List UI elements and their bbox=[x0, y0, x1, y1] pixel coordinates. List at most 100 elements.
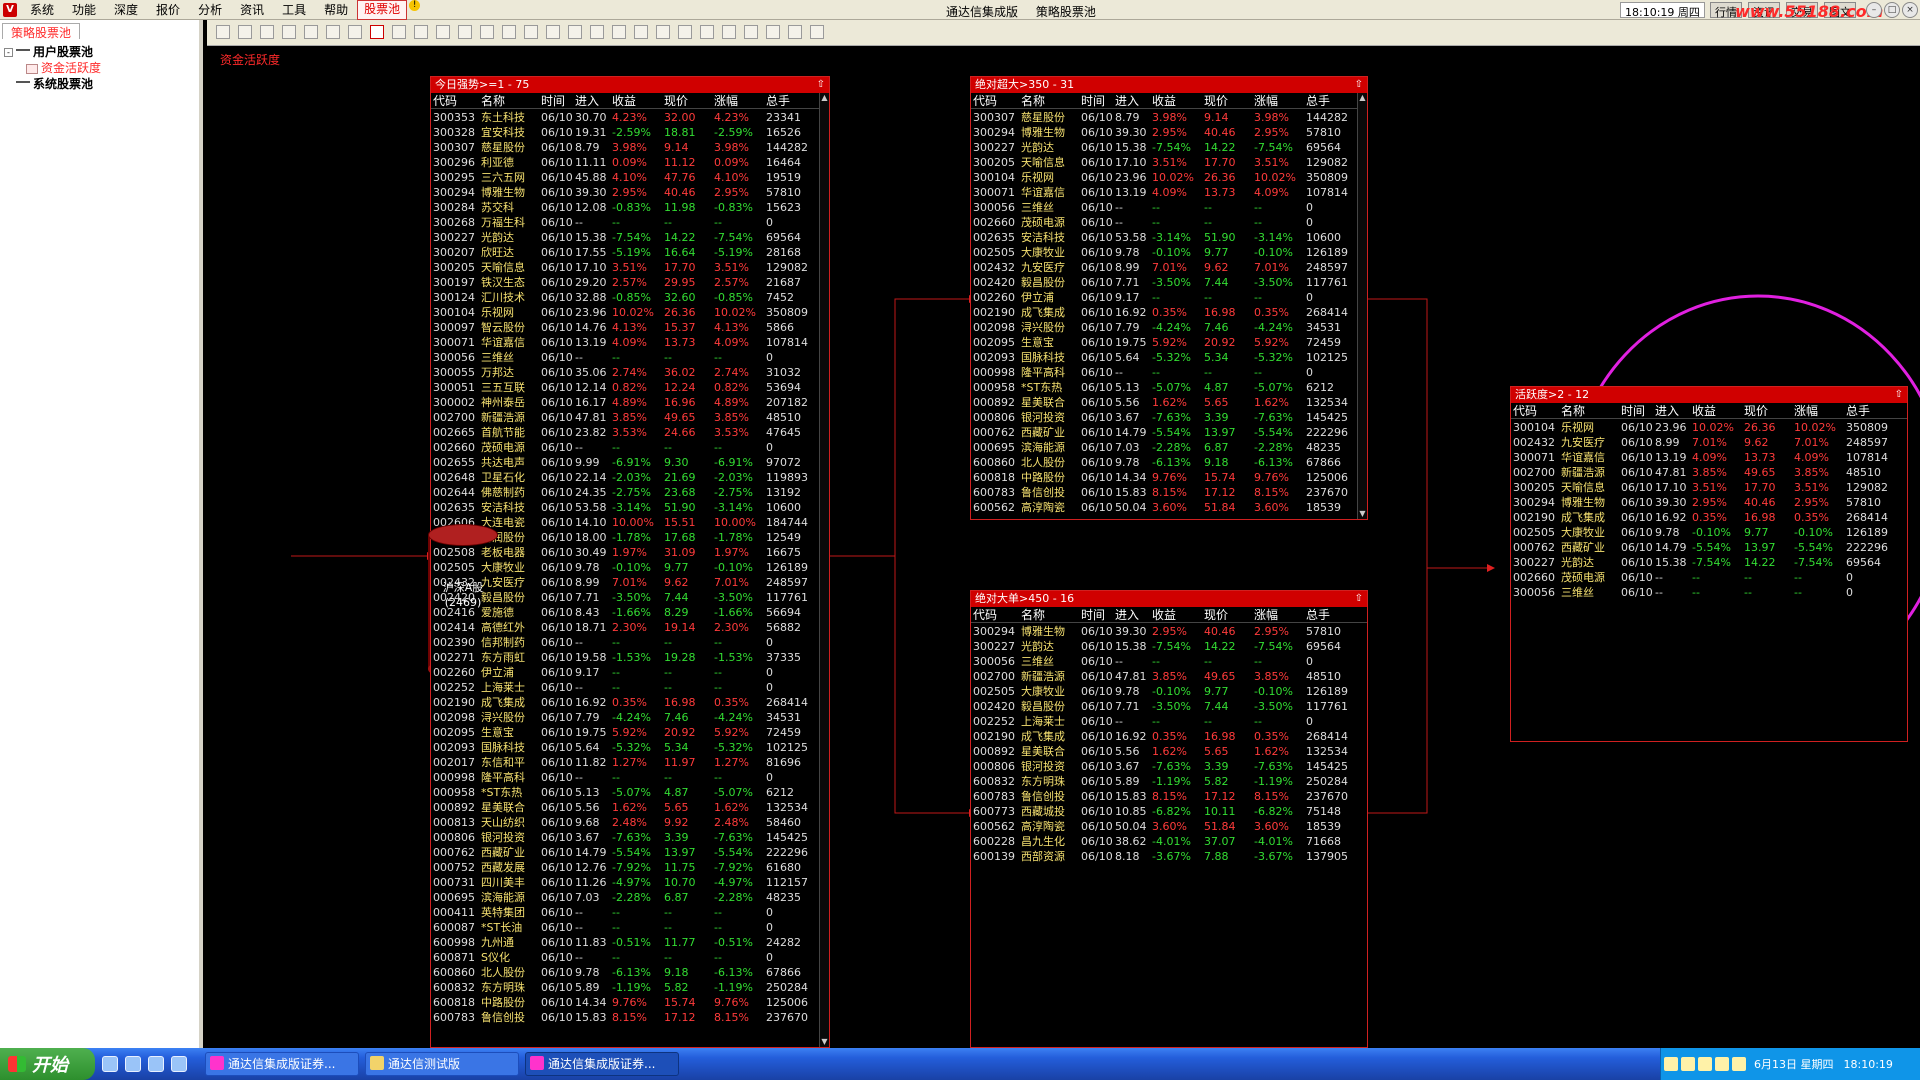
table-row[interactable]: 000998 隆平高科 06/10 -- -- -- -- 0 bbox=[971, 365, 1367, 380]
column-header-name[interactable]: 名称 bbox=[479, 93, 539, 108]
table-row[interactable]: 002660 茂硕电源 06/10 -- -- -- -- 0 bbox=[431, 440, 829, 455]
table-row[interactable]: 300104 乐视网 06/10 23.96 10.02% 26.36 10.02% 3508… bbox=[1511, 420, 1907, 435]
column-header-price[interactable]: 现价 bbox=[1202, 93, 1252, 108]
menu-item[interactable]: 功能 bbox=[63, 0, 105, 20]
refresh-icon[interactable] bbox=[744, 25, 758, 39]
panel-super-large[interactable]: 绝对超大>350 - 31⇧代码名称时间↓进入价收益现价涨幅总手300307慈星… bbox=[970, 76, 1368, 520]
table-row[interactable]: 002700 新疆浩源 06/10 47.81 3.85% 49.65 3.85% 48510 bbox=[431, 410, 829, 425]
run-icon[interactable] bbox=[304, 25, 318, 39]
pin-icon[interactable]: ⇧ bbox=[817, 77, 825, 93]
cut-icon[interactable] bbox=[524, 25, 538, 39]
column-header-volume[interactable]: 总手 bbox=[1304, 93, 1354, 108]
table-row[interactable]: 600773 西藏城投 06/10 10.85 -6.82% 10.11 -6.82% 751… bbox=[971, 804, 1367, 819]
table-row[interactable]: 300207 欣旺达 06/10 17.55 -5.19% 16.64 -5.19% 2816… bbox=[431, 245, 829, 260]
column-header-volume[interactable]: 总手 bbox=[764, 93, 814, 108]
table-row[interactable]: 600783 鲁信创投 06/10 15.83 8.15% 17.12 8.15% 23767… bbox=[971, 789, 1367, 804]
tree-item-system-pool[interactable]: 系统股票池 bbox=[16, 76, 93, 92]
table-row[interactable]: 002095 生意宝 06/10 19.75 5.92% 20.92 5.92% 72459 bbox=[431, 725, 829, 740]
export-icon[interactable] bbox=[766, 25, 780, 39]
table-row[interactable]: 002271 东方雨虹 06/10 19.58 -1.53% 19.28 -1.53% 373… bbox=[431, 650, 829, 665]
props-icon[interactable] bbox=[722, 25, 736, 39]
table-row[interactable]: 002098 浔兴股份 06/10 7.79 -4.24% 7.46 -4.24% 34531 bbox=[431, 710, 829, 725]
column-header-return[interactable]: 收益 bbox=[1690, 403, 1742, 418]
menu-item[interactable]: 帮助 bbox=[315, 0, 357, 20]
column-header-entry-price[interactable]: 进入价 bbox=[1113, 607, 1150, 622]
table-row[interactable]: 002635 安洁科技 06/10 53.58 -3.14% 51.90 -3.14% 106… bbox=[431, 500, 829, 515]
table-row[interactable]: 000731 四川美丰 06/10 11.26 -4.97% 10.70 -4.97% 112… bbox=[431, 875, 829, 890]
table-row[interactable]: 002420 毅昌股份 06/10 7.71 -3.50% 7.44 -3.50% 11776… bbox=[971, 275, 1367, 290]
paste-icon[interactable] bbox=[502, 25, 516, 39]
close-icon[interactable]: × bbox=[1902, 2, 1918, 18]
table-row[interactable]: 300307 慈星股份 06/10 8.79 3.98% 9.14 3.98% 144282 bbox=[971, 110, 1367, 125]
menu-item[interactable]: 系统 bbox=[21, 0, 63, 20]
table-row[interactable]: 000813 天山纺织 06/10 9.68 2.48% 9.92 2.48% 58460 bbox=[431, 815, 829, 830]
column-header-return[interactable]: 收益 bbox=[1150, 607, 1202, 622]
table-row[interactable]: 002505 大康牧业 06/10 9.78 -0.10% 9.77 -0.10% 12618… bbox=[971, 245, 1367, 260]
table-row[interactable]: 000752 西藏发展 06/10 12.76 -7.92% 11.75 -7.92% 616… bbox=[431, 860, 829, 875]
table-row[interactable]: 600871 S仪化 06/10 -- -- -- -- 0 bbox=[431, 950, 829, 965]
tree-item-fund-activity[interactable]: 资金活跃度 bbox=[26, 60, 101, 76]
print-icon[interactable] bbox=[810, 25, 824, 39]
table-row[interactable]: 600818 中路股份 06/10 14.34 9.76% 15.74 9.76% 12500… bbox=[971, 470, 1367, 485]
column-header-time[interactable]: 时间↓ bbox=[1079, 607, 1113, 622]
rect-icon[interactable] bbox=[392, 25, 406, 39]
table-row[interactable]: 002432 九安医疗 06/10 8.99 7.01% 9.62 7.01% 248597 bbox=[1511, 435, 1907, 450]
pointer-icon[interactable] bbox=[370, 25, 384, 39]
table-row[interactable]: 300227 光韵达 06/10 15.38 -7.54% 14.22 -7.54% 6956… bbox=[1511, 555, 1907, 570]
maximize-icon[interactable]: □ bbox=[1884, 2, 1900, 18]
vertical-scrollbar[interactable]: ▲ ▼ bbox=[1357, 93, 1367, 519]
table-row[interactable]: 002420 毅昌股份 06/10 7.71 -3.50% 7.44 -3.50% 11776… bbox=[971, 699, 1367, 714]
table-row[interactable]: 600818 中路股份 06/10 14.34 9.76% 15.74 9.76% 12500… bbox=[431, 995, 829, 1010]
pin-icon[interactable]: ⇧ bbox=[1355, 591, 1363, 607]
table-row[interactable]: 600860 北人股份 06/10 9.78 -6.13% 9.18 -6.13% 67866 bbox=[431, 965, 829, 980]
collapse-icon[interactable]: - bbox=[4, 48, 13, 57]
table-row[interactable]: 002635 安洁科技 06/10 53.58 -3.14% 51.90 -3.14% 106… bbox=[971, 230, 1367, 245]
table-row[interactable]: 002098 浔兴股份 06/10 7.79 -4.24% 7.46 -4.24% 34531 bbox=[971, 320, 1367, 335]
panel-strong-today[interactable]: 今日强势>=1 - 75⇧代码名称时间↓进入价收益现价涨幅总手300353东土科… bbox=[430, 76, 830, 1048]
delete-icon[interactable] bbox=[282, 25, 296, 39]
column-header-name[interactable]: 名称 bbox=[1019, 607, 1079, 622]
stop-icon[interactable] bbox=[348, 25, 362, 39]
center-icon[interactable] bbox=[634, 25, 648, 39]
table-row[interactable]: 000892 星美联合 06/10 5.56 1.62% 5.65 1.62% 132534 bbox=[431, 800, 829, 815]
column-header-entry-price[interactable]: 进入价 bbox=[573, 93, 610, 108]
column-header-code[interactable]: 代码 bbox=[971, 607, 1019, 622]
table-row[interactable]: 002190 成飞集成 06/10 16.92 0.35% 16.98 0.35% 26841… bbox=[431, 695, 829, 710]
column-header-entry-price[interactable]: 进入价 bbox=[1653, 403, 1690, 418]
menu-item[interactable]: 分析 bbox=[189, 0, 231, 20]
column-header-name[interactable]: 名称 bbox=[1559, 403, 1619, 418]
table-row[interactable]: 000998 隆平高科 06/10 -- -- -- -- 0 bbox=[431, 770, 829, 785]
table-row[interactable]: 300284 苏交科 06/10 12.08 -0.83% 11.98 -0.83% 1562… bbox=[431, 200, 829, 215]
column-header-return[interactable]: 收益 bbox=[610, 93, 662, 108]
table-row[interactable]: 600832 东方明珠 06/10 5.89 -1.19% 5.82 -1.19% 25028… bbox=[971, 774, 1367, 789]
media-icon[interactable] bbox=[171, 1056, 187, 1072]
table-row[interactable]: 300051 三五互联 06/10 12.14 0.82% 12.24 0.82% 53694 bbox=[431, 380, 829, 395]
table-row[interactable]: 002660 茂硕电源 06/10 -- -- -- -- 0 bbox=[1511, 570, 1907, 585]
taskbar-task[interactable]: 通达信集成版证券... bbox=[525, 1052, 679, 1076]
grid-icon[interactable] bbox=[656, 25, 670, 39]
table-row[interactable]: 600832 东方明珠 06/10 5.89 -1.19% 5.82 -1.19% 25028… bbox=[431, 980, 829, 995]
menu-item[interactable]: 深度 bbox=[105, 0, 147, 20]
table-row[interactable]: 300294 博雅生物 06/10 39.30 2.95% 40.46 2.95% 57810 bbox=[971, 125, 1367, 140]
table-row[interactable]: 300227 光韵达 06/10 15.38 -7.54% 14.22 -7.54% 6956… bbox=[971, 140, 1367, 155]
column-header-change[interactable]: 涨幅 bbox=[1252, 93, 1304, 108]
pin-icon[interactable]: ⇧ bbox=[1355, 77, 1363, 93]
column-header-time[interactable]: 时间↓ bbox=[1079, 93, 1113, 108]
table-row[interactable]: 300205 天喻信息 06/10 17.10 3.51% 17.70 3.51% 12908… bbox=[971, 155, 1367, 170]
table-row[interactable]: 002190 成飞集成 06/10 16.92 0.35% 16.98 0.35% 26841… bbox=[1511, 510, 1907, 525]
table-row[interactable]: 600562 高淳陶瓷 06/10 50.04 3.60% 51.84 3.60% 18539 bbox=[971, 819, 1367, 834]
app-logo-icon[interactable]: V bbox=[3, 2, 17, 17]
table-row[interactable]: 300071 华谊嘉信 06/10 13.19 4.09% 13.73 4.09% 10781… bbox=[431, 335, 829, 350]
table-row[interactable]: 600139 西部资源 06/10 8.18 -3.67% 7.88 -3.67% 13790… bbox=[971, 849, 1367, 864]
table-row[interactable]: 000806 银河投资 06/10 3.67 -7.63% 3.39 -7.63% 14542… bbox=[431, 830, 829, 845]
layout-icon[interactable] bbox=[788, 25, 802, 39]
column-header-time[interactable]: 时间↓ bbox=[539, 93, 573, 108]
table-row[interactable]: 002700 新疆浩源 06/10 47.81 3.85% 49.65 3.85% 48510 bbox=[1511, 465, 1907, 480]
scroll-up-icon[interactable]: ▲ bbox=[1358, 93, 1367, 103]
table-row[interactable]: 002508 老板电器 06/10 30.49 1.97% 31.09 1.97% 16675 bbox=[431, 545, 829, 560]
save-icon[interactable] bbox=[260, 25, 274, 39]
zoom-in-icon[interactable] bbox=[678, 25, 692, 39]
table-row[interactable]: 300056 三维丝 06/10 -- -- -- -- 0 bbox=[971, 654, 1367, 669]
table-row[interactable]: 000958 *ST东热 06/10 5.13 -5.07% 4.87 -5.07% 6212 bbox=[971, 380, 1367, 395]
zoom-out-icon[interactable] bbox=[700, 25, 714, 39]
